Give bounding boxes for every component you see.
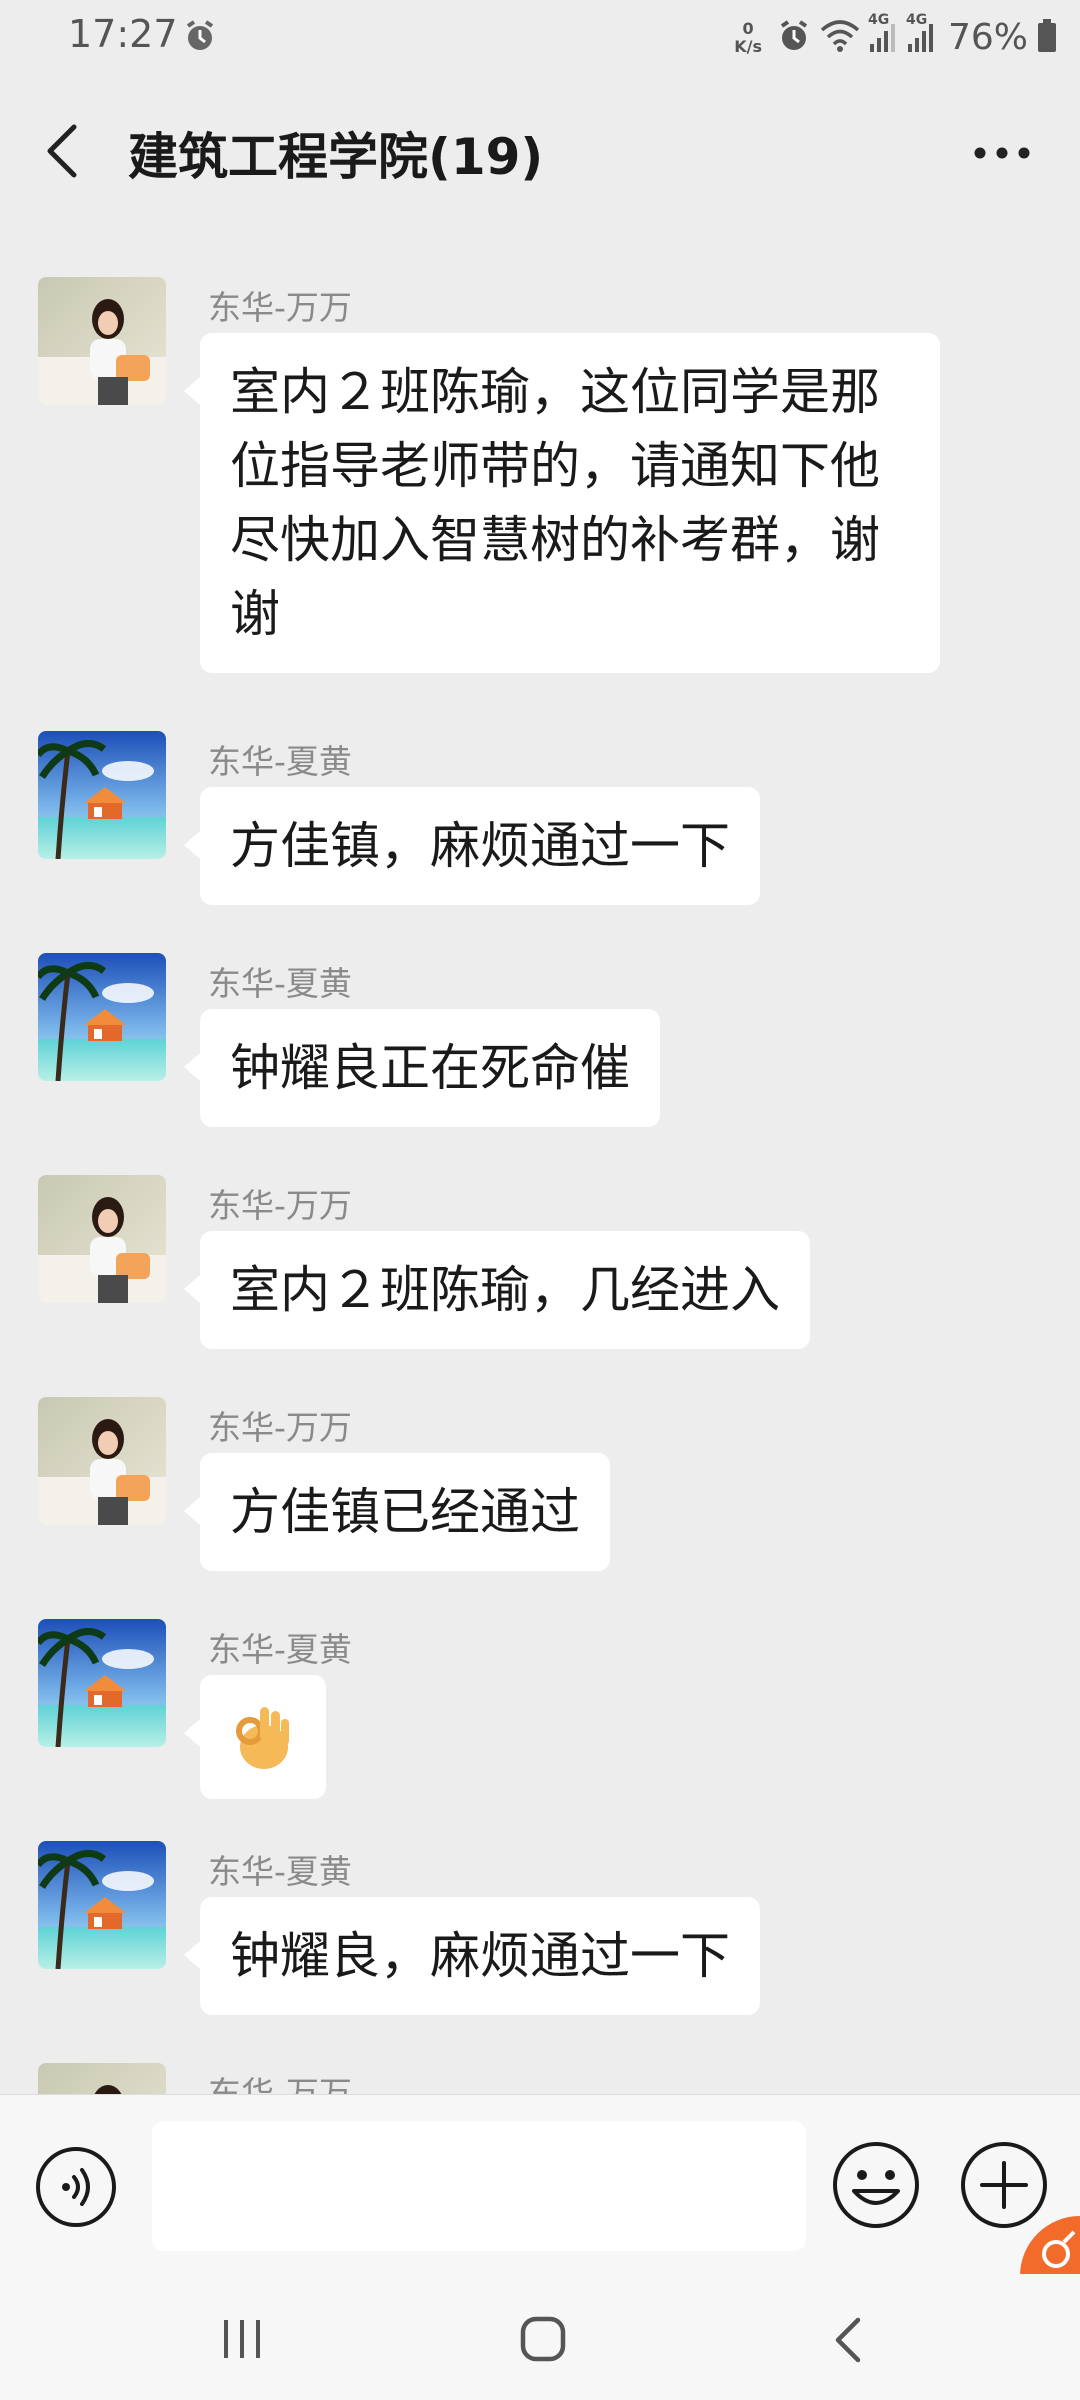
network-type-1: 4G bbox=[867, 11, 890, 28]
chat-area[interactable]: 东华-万万 室内２班陈瑜，这位同学是那位指导老师带的，请通知下他尽快加入智慧树的… bbox=[0, 231, 1080, 2094]
message-bubble[interactable] bbox=[184, 1675, 326, 1799]
message-bubble[interactable]: 室内２班陈瑜，这位同学是那位指导老师带的，请通知下他尽快加入智慧树的补考群，谢谢 bbox=[184, 333, 940, 673]
input-bar bbox=[0, 2094, 1080, 2275]
chevron-left-icon bbox=[47, 124, 77, 178]
status-bar: 17:27 0 K/s 4G 4G 76% bbox=[0, 0, 1080, 75]
sender-name: 东华-万万 bbox=[208, 1408, 352, 1447]
home-button[interactable] bbox=[518, 2314, 568, 2364]
recent-apps-button[interactable] bbox=[218, 2316, 266, 2362]
sender-name: 东华-万万 bbox=[208, 288, 352, 327]
back-icon bbox=[835, 2317, 861, 2363]
avatar[interactable] bbox=[38, 277, 166, 405]
net-speed-unit: K/s bbox=[734, 36, 762, 56]
more-button[interactable] bbox=[970, 133, 1034, 173]
recent-apps-icon bbox=[224, 2320, 260, 2358]
message-bubble[interactable]: 钟耀良，麻烦通过一下 bbox=[184, 1897, 760, 2015]
message-input[interactable] bbox=[152, 2121, 806, 2251]
voice-icon bbox=[36, 2147, 116, 2227]
avatar[interactable] bbox=[38, 953, 166, 1081]
avatar[interactable] bbox=[38, 731, 166, 859]
avatar[interactable] bbox=[38, 1619, 166, 1747]
system-back-button[interactable] bbox=[828, 2314, 868, 2366]
sender-name: 东华-夏黄 bbox=[208, 742, 352, 781]
emoji-button[interactable] bbox=[830, 2139, 922, 2231]
sender-name: 东华-夏黄 bbox=[208, 1852, 352, 1891]
battery-percent: 76% bbox=[947, 17, 1028, 58]
chat-header: 建筑工程学院(19) bbox=[0, 75, 1080, 231]
alarm-icon bbox=[182, 18, 218, 58]
avatar[interactable] bbox=[38, 1397, 166, 1525]
floating-assistant-badge[interactable] bbox=[1020, 2216, 1080, 2276]
message-bubble[interactable]: 室内２班陈瑜，几经进入 bbox=[184, 1231, 810, 1349]
net-speed: 0 K/s bbox=[734, 18, 762, 56]
signal-icon-1: 4G bbox=[868, 12, 898, 58]
ok-hand-emoji bbox=[236, 1707, 289, 1769]
status-icons: 0 K/s 4G 4G 76% bbox=[734, 10, 1058, 65]
back-button[interactable] bbox=[38, 119, 86, 183]
home-icon bbox=[520, 2316, 566, 2362]
signal-icon-2: 4G bbox=[906, 12, 936, 58]
network-type-2: 4G bbox=[905, 11, 928, 28]
avatar[interactable] bbox=[38, 1175, 166, 1303]
battery-icon bbox=[1036, 18, 1058, 58]
avatar[interactable] bbox=[38, 1841, 166, 1969]
net-speed-value: 0 bbox=[742, 18, 754, 38]
message-bubble[interactable]: 方佳镇已经通过 bbox=[184, 1453, 610, 1571]
sender-name: 东华-万万 bbox=[208, 1186, 352, 1225]
avatar[interactable] bbox=[38, 2063, 166, 2094]
page-title: 建筑工程学院(19) bbox=[128, 128, 544, 186]
status-time: 17:27 bbox=[68, 12, 178, 56]
sender-name: 东华-夏黄 bbox=[208, 1630, 352, 1669]
ellipsis-icon bbox=[974, 147, 1030, 159]
wifi-icon bbox=[820, 18, 860, 58]
message-bubble[interactable]: 钟耀良正在死命催 bbox=[184, 1009, 660, 1127]
smiley-icon bbox=[833, 2142, 919, 2228]
alarm-icon bbox=[776, 18, 812, 58]
sender-name: 东华-万万 bbox=[208, 2074, 352, 2094]
message-bubble[interactable]: 方佳镇，麻烦通过一下 bbox=[184, 787, 760, 905]
sender-name: 东华-夏黄 bbox=[208, 964, 352, 1003]
voice-button[interactable] bbox=[34, 2145, 118, 2229]
link-icon bbox=[1020, 2216, 1080, 2276]
system-nav-bar bbox=[0, 2274, 1080, 2400]
